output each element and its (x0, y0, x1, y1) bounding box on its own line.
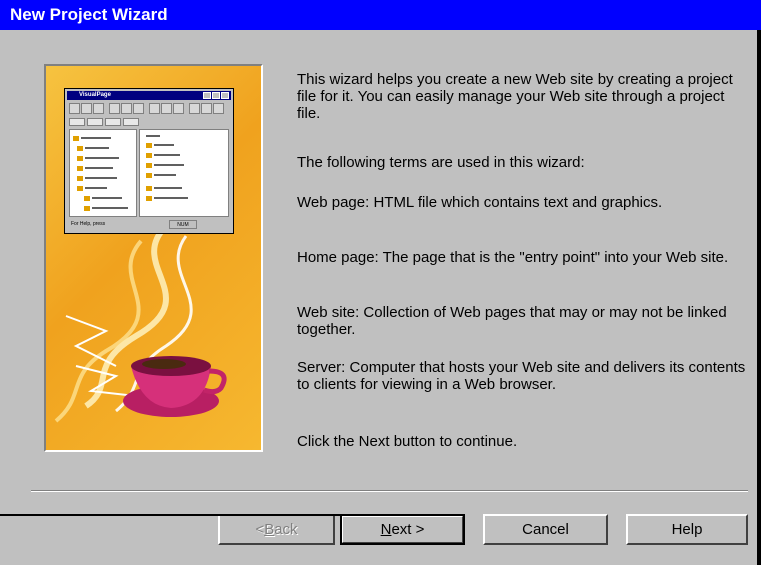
mini-tool-icon (173, 103, 184, 114)
folder-icon (146, 163, 152, 168)
folder-icon (77, 166, 83, 171)
mini-minimize-icon (203, 92, 211, 99)
mini-tab (123, 118, 139, 126)
mini-tool-icon (161, 103, 172, 114)
help-button[interactable]: Help (626, 514, 748, 545)
separator (31, 490, 748, 492)
term-home-page: Home page: The page that is the "entry p… (297, 249, 729, 266)
wizard-illustration: VisualPage For Help, press NUM (44, 64, 263, 452)
mini-tool-icon (149, 103, 160, 114)
window-edge (757, 30, 761, 565)
folder-icon (146, 143, 152, 148)
cancel-button[interactable]: Cancel (483, 514, 608, 545)
mini-tool-icon (81, 103, 92, 114)
mini-title-bar: VisualPage (67, 91, 231, 100)
back-button-pre: < (255, 521, 265, 538)
folder-icon (77, 146, 83, 151)
term-web-site: Web site: Collection of Web pages that m… (297, 304, 727, 338)
mini-tool-icon (133, 103, 144, 114)
mini-status-bar: For Help, press NUM (69, 220, 229, 230)
folder-icon (77, 176, 83, 181)
folder-icon (73, 136, 79, 141)
folder-icon (77, 156, 83, 161)
mini-tool-icon (201, 103, 212, 114)
instruction-text: Click the Next button to continue. (297, 433, 518, 450)
callout-line (0, 514, 345, 516)
mini-left-pane (69, 129, 137, 217)
mini-tool-icon (121, 103, 132, 114)
term-server: Server: Computer that hosts your Web sit… (297, 359, 746, 393)
back-button-post: ack (274, 521, 298, 538)
folder-icon (77, 186, 83, 191)
folder-icon (146, 196, 152, 201)
mini-tool-icon (109, 103, 120, 114)
intro-text: This wizard helps you create a new Web s… (297, 71, 733, 122)
next-button-post: ext > (391, 521, 425, 538)
mini-status-box: NUM (169, 220, 197, 229)
folder-icon (146, 173, 152, 178)
next-button-accel: N (380, 521, 392, 538)
folder-icon (84, 196, 90, 201)
terms-intro-text: The following terms are used in this wiz… (297, 154, 585, 171)
mini-tool-icon (189, 103, 200, 114)
mini-toolbar (69, 103, 229, 115)
mini-close-icon (221, 92, 229, 99)
mini-maximize-icon (212, 92, 220, 99)
mini-app-title: VisualPage (79, 92, 111, 98)
next-button[interactable]: Next > (340, 514, 465, 545)
window-title: New Project Wizard (10, 5, 168, 24)
mini-tab (105, 118, 121, 126)
wizard-dialog: New Project Wizard VisualPage For Help, … (0, 0, 761, 565)
mini-tab (87, 118, 103, 126)
mini-tab (69, 118, 85, 126)
folder-icon (146, 153, 152, 158)
back-button[interactable]: < Back (218, 514, 335, 545)
folder-icon (84, 206, 90, 211)
mini-app-screenshot: VisualPage For Help, press NUM (64, 88, 234, 234)
mini-status-text: For Help, press (71, 221, 106, 227)
term-web-page: Web page: HTML file which contains text … (297, 194, 663, 211)
title-bar[interactable]: New Project Wizard (0, 0, 761, 30)
back-button-accel: B (264, 521, 275, 538)
folder-icon (146, 186, 152, 191)
mini-tool-icon (69, 103, 80, 114)
next-button-face: Next > (342, 516, 463, 543)
mini-tool-icon (213, 103, 224, 114)
mini-tool-icon (93, 103, 104, 114)
mini-right-pane (139, 129, 229, 217)
